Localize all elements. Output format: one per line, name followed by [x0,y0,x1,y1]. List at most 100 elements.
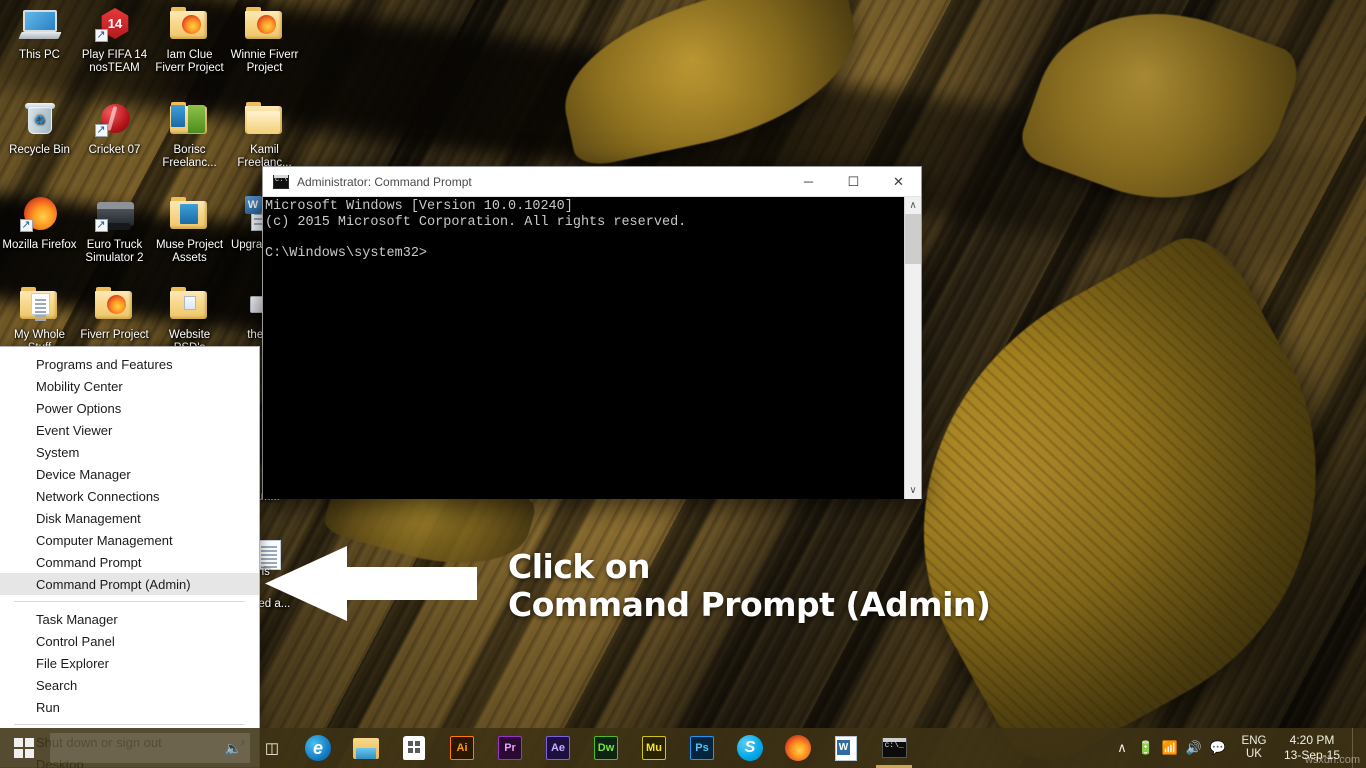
taskbar-app-photoshop[interactable]: Ps [678,728,726,768]
desktop-icon-label: Iam Clue Fiverr Project [155,49,224,74]
chevron-up-icon[interactable]: ∧ [1110,728,1134,768]
desktop-icon-label: Recycle Bin [9,144,70,156]
command-prompt-window[interactable]: Administrator: Command Prompt ─ ☐ ✕ Micr… [262,166,922,499]
desktop-icon-winnie-fiverr-project[interactable]: Winnie Fiverr Project [227,4,302,75]
taskbar-app-command-prompt[interactable] [870,728,918,768]
menu-item-label: Device Manager [36,466,131,482]
microsoft-store-icon [403,736,425,760]
close-button[interactable]: ✕ [876,167,921,196]
console-scrollbar[interactable]: ∧ ∨ [904,197,921,499]
desktop-icon-muse-project-assets[interactable]: Muse Project Assets [152,194,227,265]
desktop-icon-website-psds[interactable]: Website PSD's [152,284,227,355]
desktop-icon-label: Muse Project Assets [155,239,224,264]
desktop-icon-label: Euro Truck Simulator 2 [85,239,144,264]
taskbar-app-word[interactable] [822,728,870,768]
desktop-icon-kamil-freelance[interactable]: Kamil Freelanc... [227,99,302,170]
menu-item-computer-management[interactable]: Computer Management [0,529,259,551]
menu-item-disk-management[interactable]: Disk Management [0,507,259,529]
menu-item-label: Programs and Features [36,356,173,372]
console-output[interactable]: Microsoft Windows [Version 10.0.10240] (… [263,197,904,499]
language-indicator[interactable]: ENG UK [1236,735,1272,761]
menu-item-label: Command Prompt (Admin) [36,576,191,592]
scroll-down-icon[interactable]: ∨ [909,482,916,499]
desktop-icon-label: Mozilla Firefox [2,239,77,251]
desktop-icon-label: Fiverr Project [80,329,149,341]
menu-item-run[interactable]: Run [0,696,259,718]
desktop-icon-mozilla-firefox[interactable]: ↗ Mozilla Firefox [2,194,77,252]
menu-item-label: Run [36,699,60,715]
task-view-button[interactable]: ◫ [250,728,294,768]
clock-time: 4:20 PM [1289,733,1335,747]
desktop[interactable]: This PC 14 ↗ Play FIFA 14 nosTEAM Iam Clu… [0,0,1366,768]
search-input[interactable]: 🔈 [50,733,250,763]
desktop-icon-euro-truck-simulator-2[interactable]: ↗ Euro Truck Simulator 2 [77,194,152,265]
taskbar-app-dreamweaver[interactable]: Dw [582,728,630,768]
desktop-icon-fiverr-project[interactable]: Fiverr Project [77,284,152,342]
menu-item-label: Disk Management [36,510,141,526]
window-title: Administrator: Command Prompt [297,174,472,189]
menu-item-task-manager[interactable]: Task Manager [0,608,259,630]
recycle-bin-icon: ♻ [18,99,62,141]
desktop-icon-cricket-07[interactable]: ↗ Cricket 07 [77,99,152,157]
skype-icon: S [737,735,763,761]
power-user-context-menu[interactable]: Programs and Features Mobility Center Po… [0,346,260,768]
menu-item-search[interactable]: Search [0,674,259,696]
folder-icon [243,99,287,141]
command-prompt-body[interactable]: Microsoft Windows [Version 10.0.10240] (… [263,197,921,499]
taskbar-app-skype[interactable]: S [726,728,774,768]
battery-icon[interactable]: 🔋 [1134,728,1158,768]
menu-item-programs-and-features[interactable]: Programs and Features [0,353,259,375]
desktop-icon-my-whole-stuff[interactable]: My Whole Stuff [2,284,77,355]
scroll-up-icon[interactable]: ∧ [909,197,916,214]
menu-item-command-prompt-admin[interactable]: Command Prompt (Admin) [0,573,259,595]
taskbar-app-premiere[interactable]: Pr [486,728,534,768]
firefox-shortcut-icon: ↗ [18,194,62,236]
menu-item-command-prompt[interactable]: Command Prompt [0,551,259,573]
taskbar-app-illustrator[interactable]: Ai [438,728,486,768]
muse-icon: Mu [642,736,666,760]
desktop-icon-label: Cricket 07 [88,144,141,156]
menu-item-event-viewer[interactable]: Event Viewer [0,419,259,441]
folder-icon [168,4,212,46]
menu-item-power-options[interactable]: Power Options [0,397,259,419]
command-prompt-titlebar[interactable]: Administrator: Command Prompt ─ ☐ ✕ [263,167,921,197]
menu-item-device-manager[interactable]: Device Manager [0,463,259,485]
minimize-button[interactable]: ─ [786,167,831,196]
menu-item-network-connections[interactable]: Network Connections [0,485,259,507]
partial-label: ged a... [252,598,291,610]
desktop-icon-this-pc[interactable]: This PC [2,4,77,62]
start-button[interactable] [0,728,48,768]
watermark: wsxdn.com [1304,754,1360,766]
menu-item-system[interactable]: System [0,441,259,463]
menu-item-file-explorer[interactable]: File Explorer [0,652,259,674]
taskbar-app-muse[interactable]: Mu [630,728,678,768]
menu-item-mobility-center[interactable]: Mobility Center [0,375,259,397]
taskbar-app-edge[interactable]: e [294,728,342,768]
photoshop-icon: Ps [690,736,714,760]
maximize-button[interactable]: ☐ [831,167,876,196]
taskbar-app-store[interactable] [390,728,438,768]
folder-icon [18,284,62,326]
menu-item-control-panel[interactable]: Control Panel [0,630,259,652]
wifi-icon[interactable]: 📶 [1158,728,1182,768]
taskbar-app-firefox[interactable] [774,728,822,768]
taskbar-app-file-explorer[interactable] [342,728,390,768]
scrollbar-thumb[interactable] [905,214,921,264]
menu-separator-2 [14,724,245,725]
scrollbar-track[interactable] [905,214,921,482]
desktop-icon-recycle-bin[interactable]: ♻ Recycle Bin [2,99,77,157]
premiere-pro-icon: Pr [498,736,522,760]
taskbar[interactable]: 🔈 ◫ e Ai Pr Ae Dw Mu Ps S ∧ 🔋 📶 🔊 💬 ENG … [0,728,1366,768]
desktop-icon-play-fifa-14[interactable]: 14 ↗ Play FIFA 14 nosTEAM [77,4,152,75]
action-center-icon[interactable]: 💬 [1206,728,1230,768]
desktop-icon-label: This PC [19,49,60,61]
menu-item-label: Computer Management [36,532,173,548]
volume-icon[interactable]: 🔊 [1182,728,1206,768]
folder-icon [168,194,212,236]
taskbar-app-after-effects[interactable]: Ae [534,728,582,768]
desktop-icon-iam-clue-fiverr-project[interactable]: Iam Clue Fiverr Project [152,4,227,75]
illustrator-icon: Ai [450,736,474,760]
microphone-icon[interactable]: 🔈 [225,740,242,757]
desktop-icon-borisc-freelance[interactable]: Borisc Freelanc... [152,99,227,170]
command-prompt-icon [273,174,289,189]
